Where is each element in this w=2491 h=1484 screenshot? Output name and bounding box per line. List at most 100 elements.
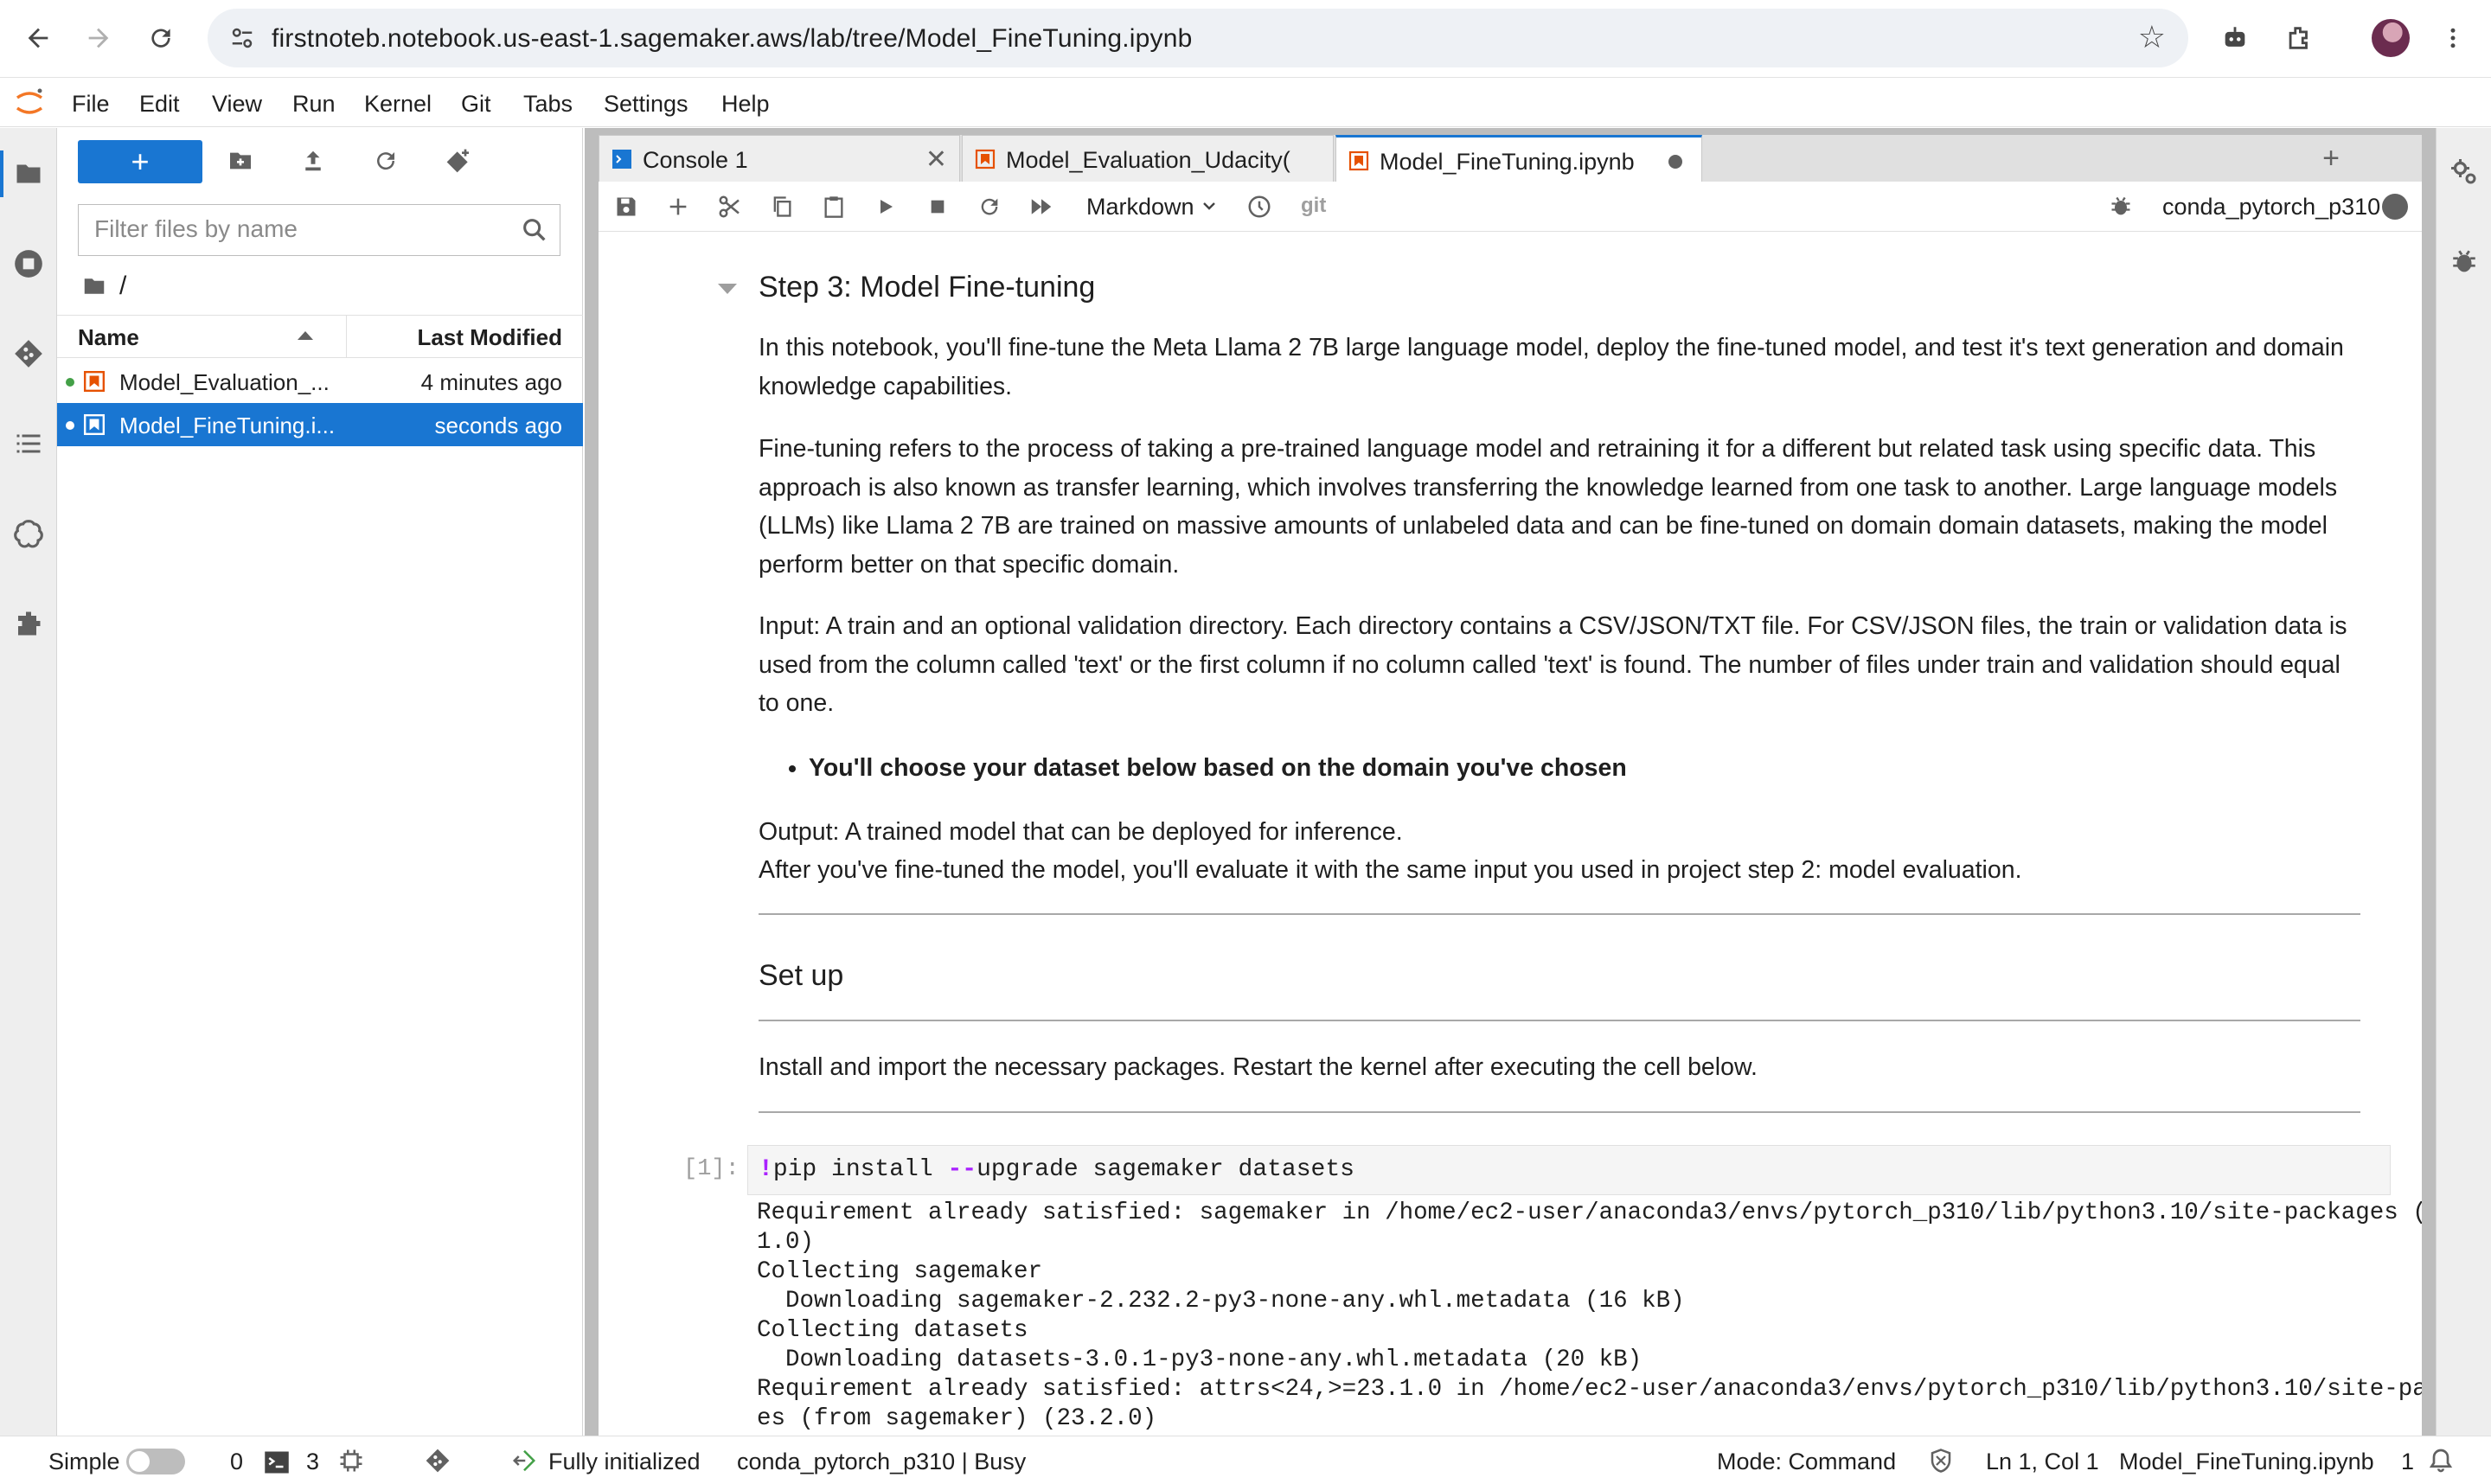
lsp-status-text[interactable]: Fully initialized — [548, 1449, 701, 1475]
notebook-file-icon — [975, 149, 996, 170]
git-status-icon[interactable] — [424, 1447, 451, 1474]
input-paragraph: Input: A train and an optional validatio… — [759, 612, 2347, 717]
history-icon[interactable] — [1246, 193, 1273, 221]
copy-icon[interactable] — [768, 193, 796, 221]
notebook-panel[interactable]: Step 3: Model Fine-tuning In this notebo… — [599, 232, 2422, 1436]
file-name[interactable]: Model_FineTuning.i... — [119, 413, 335, 439]
assistant-icon[interactable] — [2214, 17, 2256, 59]
cursor-position[interactable]: Ln 1, Col 1 — [1986, 1449, 2099, 1475]
new-folder-icon[interactable] — [223, 144, 258, 178]
left-activity-bar — [0, 128, 57, 1436]
menu-run[interactable]: Run — [292, 91, 336, 118]
git-clone-icon[interactable] — [441, 144, 476, 178]
terminal-icon[interactable] — [263, 1449, 291, 1476]
cell-type-select[interactable]: Markdown — [1086, 194, 1194, 221]
menu-settings[interactable]: Settings — [604, 91, 688, 118]
column-modified-header[interactable]: Last Modified — [417, 324, 562, 351]
profile-avatar[interactable] — [2372, 19, 2410, 57]
jupyter-logo-icon — [16, 88, 43, 114]
filter-input[interactable] — [79, 205, 511, 253]
console-icon — [612, 150, 631, 169]
kernel-chip-icon[interactable] — [337, 1447, 365, 1474]
breadcrumb-path[interactable]: / — [119, 272, 126, 301]
tab-model-finetuning[interactable]: Model_FineTuning.ipynb — [1335, 135, 1702, 182]
search-icon[interactable] — [520, 215, 549, 245]
menu-file[interactable]: File — [72, 91, 110, 118]
new-launcher-button[interactable]: + — [78, 140, 202, 183]
menu-edit[interactable]: Edit — [139, 91, 180, 118]
cell-execution-count: [1]: — [683, 1156, 740, 1182]
kernel-count[interactable]: 3 — [306, 1449, 319, 1475]
site-info-icon[interactable] — [225, 21, 259, 55]
divider — [759, 913, 2360, 915]
run-icon[interactable] — [872, 193, 900, 221]
divider — [759, 1111, 2360, 1113]
ai-assistant-icon[interactable] — [10, 515, 47, 552]
url-text[interactable]: firstnoteb.notebook.us-east-1.sagemaker.… — [272, 24, 1193, 54]
menu-view[interactable]: View — [212, 91, 262, 118]
refresh-icon[interactable] — [368, 144, 403, 178]
file-row[interactable]: Model_Evaluation_... 4 minutes ago — [57, 360, 583, 403]
new-tab-button[interactable]: + — [2309, 135, 2353, 182]
chevron-down-icon[interactable] — [1199, 195, 1220, 216]
restart-kernel-icon[interactable] — [976, 193, 1003, 221]
dataset-bullet-list: You'll choose your dataset below based o… — [759, 749, 2360, 788]
code-text: pip install — [772, 1156, 948, 1183]
file-modified: seconds ago — [434, 413, 562, 438]
menu-kernel[interactable]: Kernel — [364, 91, 432, 118]
tab-console-1[interactable]: Console 1 ✕ — [599, 135, 960, 182]
running-sessions-icon[interactable] — [10, 246, 47, 282]
kernel-name-button[interactable]: conda_pytorch_p310 — [2162, 194, 2380, 221]
paste-icon[interactable] — [820, 193, 848, 221]
column-divider[interactable] — [346, 316, 347, 357]
menu-tabs[interactable]: Tabs — [523, 91, 573, 118]
bell-icon[interactable] — [2427, 1447, 2455, 1474]
close-icon[interactable]: ✕ — [925, 144, 947, 175]
git-icon[interactable] — [10, 336, 47, 372]
kernel-status-text[interactable]: conda_pytorch_p310 | Busy — [737, 1449, 1026, 1475]
tab-model-evaluation[interactable]: Model_Evaluation_Udacity( — [962, 135, 1334, 182]
address-bar[interactable]: firstnoteb.notebook.us-east-1.sagemaker.… — [208, 9, 2188, 67]
extensions-icon[interactable] — [2278, 17, 2320, 59]
bookmark-star-icon[interactable]: ☆ — [2138, 19, 2166, 55]
more-menu-icon[interactable] — [2432, 17, 2474, 59]
restart-run-all-icon[interactable] — [1028, 193, 1055, 221]
filter-files-field[interactable] — [78, 204, 560, 256]
git-diff-button[interactable]: git — [1301, 194, 1326, 218]
sort-ascending-icon[interactable] — [298, 331, 313, 340]
notification-count[interactable]: 1 — [2401, 1449, 2414, 1475]
tab-label: Console 1 — [643, 147, 748, 173]
reload-icon[interactable] — [140, 17, 182, 59]
stop-icon[interactable] — [924, 193, 951, 221]
debugger-panel-icon[interactable] — [2446, 244, 2482, 280]
menu-git[interactable]: Git — [461, 91, 491, 118]
intro-paragraph: In this notebook, you'll fine-tune the M… — [759, 334, 2344, 400]
file-row[interactable]: Model_FineTuning.i... seconds ago — [57, 403, 583, 446]
simple-mode-toggle[interactable] — [126, 1449, 185, 1474]
trusted-shield-icon[interactable] — [1927, 1447, 1955, 1474]
terminal-count[interactable]: 0 — [230, 1449, 243, 1475]
back-icon[interactable] — [17, 17, 59, 59]
file-name[interactable]: Model_Evaluation_... — [119, 369, 330, 396]
lsp-status-icon[interactable] — [510, 1447, 538, 1474]
forward-icon[interactable] — [78, 17, 119, 59]
collapse-heading-icon[interactable] — [718, 284, 737, 294]
running-indicator — [66, 378, 74, 387]
extension-manager-icon[interactable] — [10, 605, 47, 642]
property-inspector-icon[interactable] — [2446, 154, 2482, 190]
code-operator: -- — [947, 1156, 977, 1183]
menu-help[interactable]: Help — [721, 91, 770, 118]
upload-icon[interactable] — [296, 144, 330, 178]
add-cell-icon[interactable] — [664, 193, 692, 221]
debugger-icon[interactable] — [2107, 193, 2135, 221]
table-of-contents-icon[interactable] — [10, 425, 47, 462]
folder-icon[interactable] — [10, 156, 47, 192]
notebook-file-icon — [83, 413, 106, 436]
code-cell-input[interactable]: !pip install --upgrade sagemaker dataset… — [747, 1145, 2391, 1195]
save-icon[interactable] — [612, 193, 640, 221]
column-name-header[interactable]: Name — [78, 324, 139, 351]
unsaved-changes-indicator[interactable] — [1668, 155, 1682, 169]
breadcrumb[interactable]: / — [81, 272, 126, 301]
cut-icon[interactable] — [716, 193, 744, 221]
kernel-busy-indicator — [2382, 194, 2408, 220]
